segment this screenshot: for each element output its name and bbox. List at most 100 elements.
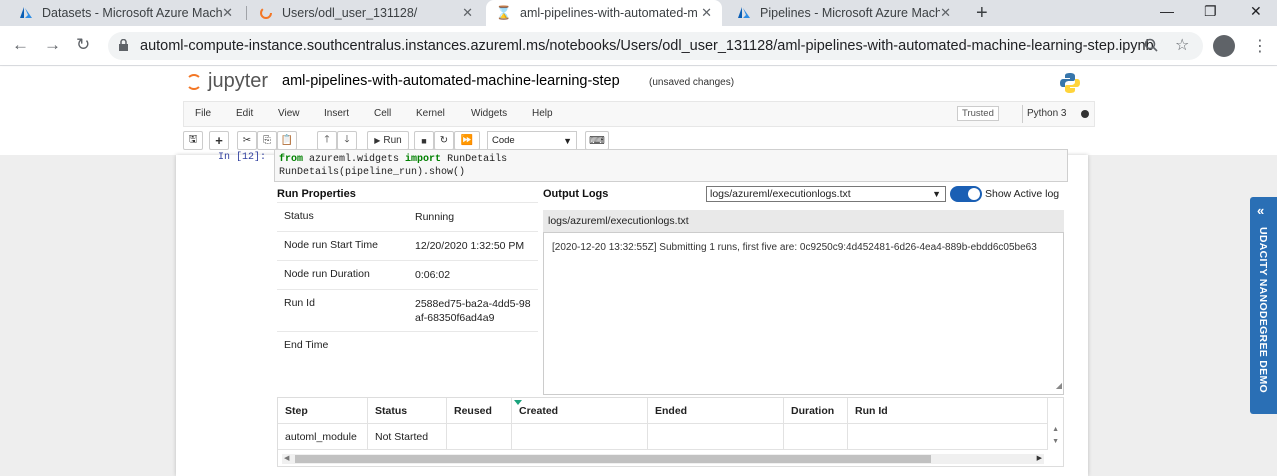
column-header-run-id[interactable]: Run Id — [848, 398, 1048, 424]
column-header-ended[interactable]: Ended — [648, 398, 784, 424]
log-file-select[interactable]: logs/azureml/executionlogs.txt ▼ — [706, 186, 946, 202]
step-ended-cell — [648, 424, 784, 450]
property-value: 12/20/2020 1:32:50 PM — [415, 240, 525, 252]
property-key: Run Id — [284, 297, 315, 309]
menu-widgets[interactable]: Widgets — [471, 108, 507, 119]
step-name-cell: automl_module — [278, 424, 368, 450]
menu-kernel[interactable]: Kernel — [416, 108, 445, 119]
tab-divider — [246, 6, 247, 20]
kernel-name[interactable]: Python 3 — [1027, 108, 1066, 119]
copy-icon[interactable]: ⎘ — [257, 131, 277, 150]
property-key: Status — [284, 210, 314, 222]
horizontal-scrollbar[interactable]: ◀ ▶ — [282, 454, 1044, 464]
zoom-icon[interactable] — [1144, 38, 1158, 55]
notebook-page: In [12]: from azureml.widgets import Run… — [176, 149, 1088, 476]
log-text: [2020-12-20 13:32:55Z] Submitting 1 runs… — [552, 242, 1037, 253]
save-icon[interactable]: 🖫 — [183, 131, 203, 150]
menu-help[interactable]: Help — [532, 108, 553, 119]
url-text: automl-compute-instance.southcentralus.i… — [140, 38, 1154, 54]
forward-arrow-icon[interactable]: → — [44, 35, 61, 55]
run-button[interactable]: ▶ Run — [367, 131, 409, 150]
column-header-step[interactable]: Step — [278, 398, 368, 424]
log-output[interactable]: [2020-12-20 13:32:55Z] Submitting 1 runs… — [543, 232, 1064, 395]
cell-type-value: Code — [492, 135, 515, 146]
close-icon[interactable]: ✕ — [940, 5, 951, 21]
side-badge[interactable]: « UDACITY NANODEGREE DEMO — [1250, 197, 1277, 414]
python-logo-icon — [1059, 72, 1081, 94]
address-bar[interactable]: automl-compute-instance.southcentralus.i… — [108, 32, 1203, 60]
bookmark-star-icon[interactable]: ☆ — [1175, 35, 1189, 55]
cell-prompt: In [12]: — [218, 152, 267, 163]
azure-icon — [18, 5, 34, 21]
property-value: 0:06:02 — [415, 269, 451, 281]
window-close-icon[interactable]: ✕ — [1250, 3, 1262, 20]
column-header-status[interactable]: Status — [368, 398, 447, 424]
lock-icon — [118, 38, 132, 53]
profile-avatar-icon[interactable] — [1213, 35, 1235, 57]
code-text: RunDetails — [441, 154, 508, 165]
trusted-indicator[interactable]: Trusted — [957, 106, 999, 121]
step-status-cell: Not Started — [368, 424, 447, 450]
close-icon[interactable]: ✕ — [222, 5, 233, 21]
azure-icon — [736, 5, 752, 21]
reload-icon[interactable]: ↻ — [76, 35, 90, 55]
run-label: Run — [383, 135, 402, 146]
code-line-1: from azureml.widgets import RunDetails — [279, 153, 1063, 166]
close-icon[interactable]: ✕ — [462, 5, 473, 21]
column-header-duration[interactable]: Duration — [784, 398, 848, 424]
close-icon[interactable]: ✕ — [701, 5, 712, 21]
code-editor[interactable]: from azureml.widgets import RunDetails R… — [274, 149, 1068, 182]
menu-cell[interactable]: Cell — [374, 108, 391, 119]
scroll-right-icon[interactable]: ▶ — [1037, 454, 1042, 462]
column-header-created[interactable]: Created — [512, 398, 648, 424]
menu-edit[interactable]: Edit — [236, 108, 253, 119]
jupyter-logo[interactable]: jupyter — [186, 70, 268, 93]
new-tab-button[interactable]: + — [976, 2, 988, 25]
run-properties-title: Run Properties — [277, 188, 356, 200]
menu-file[interactable]: File — [195, 108, 211, 119]
move-up-icon[interactable]: 🡑 — [317, 131, 337, 150]
scroll-down-icon[interactable]: ▼ — [1052, 438, 1059, 445]
scroll-left-icon[interactable]: ◀ — [284, 454, 289, 462]
scrollbar-thumb[interactable] — [295, 455, 931, 463]
log-header: logs/azureml/executionlogs.txt — [543, 210, 1064, 232]
code-keyword: from — [279, 154, 304, 165]
column-header-reused[interactable]: Reused — [447, 398, 512, 424]
cell-type-select[interactable]: Code ▼ — [487, 131, 577, 150]
restart-icon[interactable]: ↻ — [434, 131, 454, 150]
tab-title: Pipelines - Microsoft Azure Mach — [760, 6, 940, 20]
back-arrow-icon[interactable]: ← — [12, 35, 29, 55]
tab-datasets[interactable]: Datasets - Microsoft Azure Mach ✕ — [8, 0, 243, 26]
move-down-icon[interactable]: 🡓 — [337, 131, 357, 150]
notebook-title[interactable]: aml-pipelines-with-automated-machine-lea… — [282, 73, 620, 89]
menu-insert[interactable]: Insert — [324, 108, 349, 119]
tab-title: Users/odl_user_131128/ — [282, 6, 418, 20]
tab-users-folder[interactable]: Users/odl_user_131128/ ✕ — [248, 0, 483, 26]
minimize-icon[interactable]: — — [1160, 3, 1174, 19]
jupyter-logo-icon — [186, 73, 202, 90]
run-properties-table: Status Running Node run Start Time 12/20… — [277, 202, 538, 361]
property-row: Node run Start Time 12/20/2020 1:32:50 P… — [277, 231, 538, 260]
resize-handle-icon[interactable]: ◢ — [1056, 378, 1062, 393]
notebook-area: In [12]: from azureml.widgets import Run… — [0, 149, 1277, 476]
paste-icon[interactable]: 📋 — [277, 131, 297, 150]
show-active-log-toggle[interactable] — [950, 186, 982, 202]
cut-icon[interactable]: ✂ — [237, 131, 257, 150]
browser-menu-icon[interactable]: ⋮ — [1252, 36, 1268, 56]
keyboard-icon[interactable]: ⌨ — [585, 131, 609, 150]
property-value — [408, 332, 538, 361]
restart-run-all-icon[interactable]: ⏩ — [454, 131, 480, 150]
tab-pipelines[interactable]: Pipelines - Microsoft Azure Mach ✕ — [726, 0, 961, 26]
table-row[interactable]: automl_module Not Started — [278, 424, 1048, 450]
code-line-2: RunDetails(pipeline_run).show() — [279, 167, 466, 178]
status-value: Running — [415, 211, 455, 223]
tab-notebook-active[interactable]: ⌛ aml-pipelines-with-automated-m ✕ — [486, 0, 722, 26]
restore-icon[interactable]: ❐ — [1204, 3, 1217, 20]
stop-icon[interactable]: ■ — [414, 131, 434, 150]
scroll-up-icon[interactable]: ▲ — [1052, 426, 1059, 433]
show-active-log-label: Show Active log — [985, 188, 1060, 200]
browser-tab-strip: Datasets - Microsoft Azure Mach ✕ Users/… — [0, 0, 1277, 26]
insert-cell-icon[interactable]: + — [209, 131, 229, 150]
menu-view[interactable]: View — [278, 108, 300, 119]
jupyter-header: jupyter aml-pipelines-with-automated-mac… — [0, 67, 1277, 155]
